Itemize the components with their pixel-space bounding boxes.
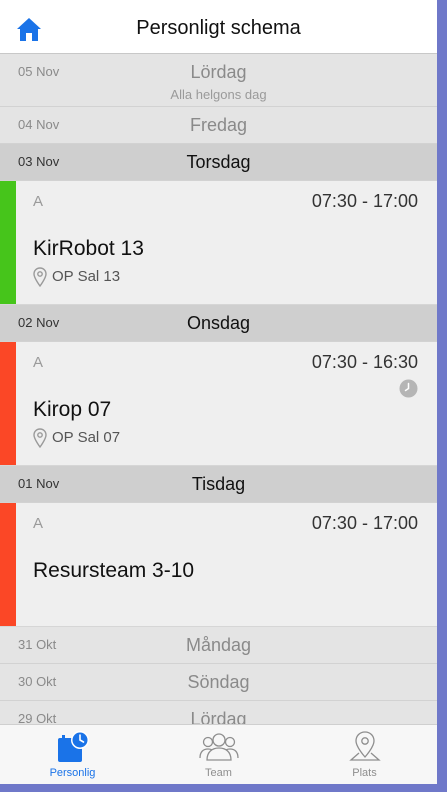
page-title: Personligt schema: [136, 17, 301, 39]
shift-color-bar: [0, 342, 16, 465]
shift-time: 07:30 - 17:00: [311, 513, 418, 533]
clock-icon: [399, 379, 418, 398]
day-header: 05 Nov Lördag Alla helgons dag: [0, 54, 437, 107]
location-pin-icon: [33, 428, 47, 448]
tab-bar: Personlig Team Plats: [0, 724, 437, 784]
shift-color-bar: [0, 181, 16, 304]
shift-code: A: [33, 515, 44, 532]
day-header: 04 Nov Fredag: [0, 107, 437, 144]
day-weekday: Onsdag: [186, 313, 251, 333]
day-weekday: Lördag: [190, 709, 247, 724]
day-holiday: Alla helgons dag: [170, 87, 267, 102]
day-weekday: Måndag: [185, 635, 252, 655]
app-window: Personligt schema 05 Nov Lördag Alla hel…: [0, 0, 437, 784]
shift-location-label: OP Sal 13: [52, 268, 121, 285]
day-header: 03 Nov Torsdag: [0, 144, 437, 181]
schedule-list[interactable]: 05 Nov Lördag Alla helgons dag 04 Nov Fr…: [0, 54, 437, 724]
team-icon: [198, 733, 239, 761]
day-header: 30 Okt Söndag: [0, 664, 437, 701]
shift-time: 07:30 - 17:00: [311, 191, 418, 211]
day-header: 31 Okt Måndag: [0, 627, 437, 664]
tab-label: Team: [205, 767, 232, 779]
day-weekday: Tisdag: [191, 474, 246, 494]
location-map-icon: [348, 731, 381, 761]
day-weekday: Torsdag: [186, 152, 251, 172]
tab-label: Personlig: [49, 767, 96, 779]
tab-plats[interactable]: Plats: [292, 725, 437, 784]
shift-name: KirRobot 13: [33, 237, 144, 260]
day-weekday: Söndag: [187, 672, 250, 692]
shift-name: Resursteam 3-10: [33, 559, 195, 582]
shift-card[interactable]: A 07:30 - 17:00 Resursteam 3-10: [0, 503, 437, 627]
tab-team[interactable]: Team: [146, 725, 291, 784]
shift-card[interactable]: A 07:30 - 16:30 Kirop 07 OP Sal 07: [0, 342, 437, 466]
day-weekday: Lördag: [190, 62, 247, 82]
calendar-clock-icon: [57, 731, 89, 762]
shift-code: A: [33, 193, 44, 210]
shift-time: 07:30 - 16:30: [311, 352, 418, 372]
shift-location-label: OP Sal 07: [52, 429, 121, 446]
shift-card[interactable]: A 07:30 - 17:00 KirRobot 13 OP Sal 13: [0, 181, 437, 305]
tab-label: Plats: [352, 767, 377, 779]
shift-code: A: [33, 354, 44, 371]
day-header: 29 Okt Lördag: [0, 701, 437, 724]
tab-personlig[interactable]: Personlig: [0, 725, 145, 784]
day-header: 02 Nov Onsdag: [0, 305, 437, 342]
location-pin-icon: [33, 267, 47, 287]
shift-color-bar: [0, 503, 16, 626]
day-header: 01 Nov Tisdag: [0, 466, 437, 503]
shift-name: Kirop 07: [33, 398, 112, 421]
header: Personligt schema: [0, 0, 437, 54]
day-weekday: Fredag: [189, 115, 248, 135]
